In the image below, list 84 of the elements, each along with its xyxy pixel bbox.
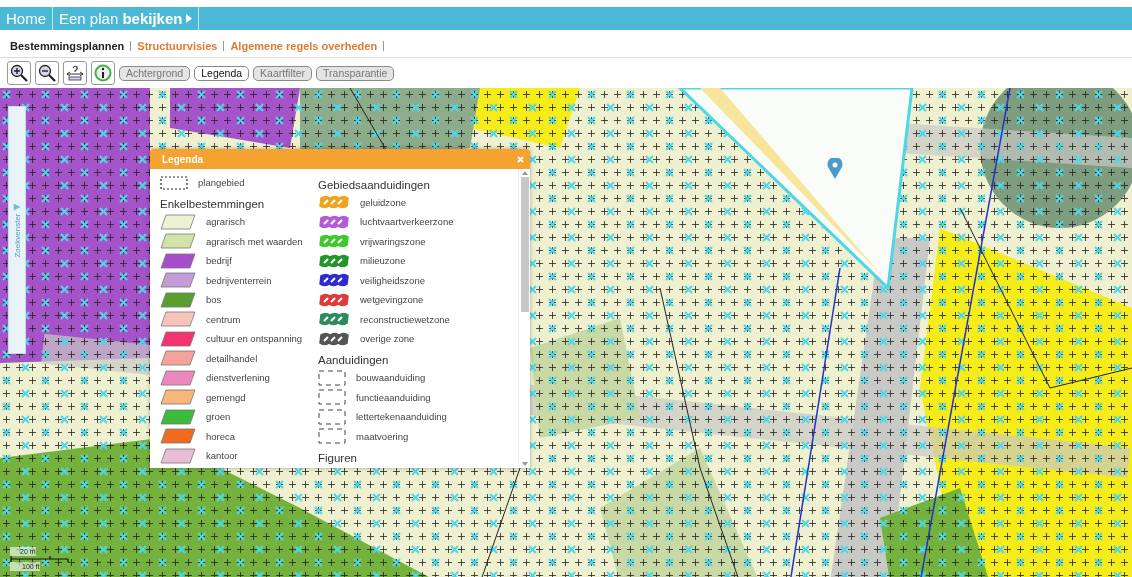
scale-bar-icon: [10, 556, 70, 562]
caret-icon: [13, 203, 21, 210]
legend-label: horeca: [206, 430, 236, 442]
area-swatch: [160, 447, 196, 464]
area-swatch: [160, 408, 196, 425]
legend-label: dienstverlening: [206, 372, 270, 384]
search-panel-tab[interactable]: Zoekvenster: [8, 106, 26, 354]
legend-label: functieaanduiding: [356, 391, 431, 403]
info-button[interactable]: [91, 61, 115, 85]
area-swatch: [160, 272, 196, 289]
zone-swatch: [318, 331, 350, 346]
zone-swatch: [318, 292, 350, 307]
map-option-button[interactable]: Legenda: [194, 65, 250, 81]
legend-label: plangebied: [198, 177, 245, 189]
legend-label: kantoor: [206, 450, 238, 462]
info-icon: [94, 64, 112, 82]
dotted-boundary-icon: [160, 175, 188, 190]
scroll-up-icon: [521, 171, 528, 175]
zoom-in-button[interactable]: [7, 61, 31, 85]
legend-label: bos: [206, 294, 222, 306]
area-swatch: [160, 213, 196, 230]
area-swatch: [160, 311, 196, 328]
legend-label: bouwaanduiding: [356, 372, 426, 384]
legend-label: reconstructiewetzone: [360, 313, 450, 325]
area-swatch: [160, 428, 196, 445]
dashed-frame-icon: [318, 428, 346, 445]
measure-icon: [66, 64, 84, 82]
legend-label: overige zone: [360, 333, 415, 345]
scrollbar[interactable]: [518, 169, 530, 468]
scrollbar-thumb[interactable]: [520, 177, 529, 312]
area-swatch: [160, 389, 196, 406]
legend-label: agrarisch: [206, 216, 246, 228]
legend-heading: Gebiedsaanduidingen: [318, 177, 431, 193]
legend-label: bedrijf: [206, 255, 232, 267]
legend-label: detailhandel: [206, 352, 258, 364]
dashed-frame-icon: [318, 408, 346, 425]
legend-label: gemengd: [206, 391, 246, 403]
map-option-button[interactable]: Achtergrond: [119, 65, 191, 81]
legend-title: Legenda: [162, 153, 204, 165]
area-swatch: [160, 350, 196, 367]
dashed-frame-icon: [318, 369, 346, 386]
area-swatch: [160, 291, 196, 308]
map-option-button[interactable]: Transparantie: [316, 65, 395, 81]
legend-label: luchtvaartverkeerzone: [360, 216, 454, 228]
legend-heading: Figuren: [318, 450, 358, 466]
plan-type-tab[interactable]: Algemene regels overheden: [230, 40, 378, 52]
scroll-down-icon: [521, 462, 528, 466]
zone-swatch: [318, 273, 350, 288]
zoom-out-icon: [38, 64, 56, 82]
search-panel-label: Zoekvenster: [12, 213, 22, 257]
zoom-out-button[interactable]: [35, 61, 59, 85]
legend-heading: Aanduidingen: [318, 353, 390, 368]
legend-label: agrarisch met waarden: [206, 235, 303, 247]
dashed-frame-icon: [318, 389, 346, 406]
breadcrumb-link[interactable]: Een plan bekijken: [53, 7, 200, 30]
zone-swatch: [318, 195, 350, 210]
area-swatch: [160, 233, 196, 250]
area-swatch: [160, 369, 196, 386]
identify-button[interactable]: [63, 61, 87, 85]
legend-label: geluidzone: [360, 196, 406, 208]
map-option-button[interactable]: Kaartfilter: [253, 65, 313, 81]
zoom-in-icon: [10, 64, 28, 82]
zone-swatch: [318, 234, 350, 249]
legend-label: cultuur en ontspanning: [206, 333, 303, 345]
legend-label: lettertekenaanduiding: [356, 411, 447, 423]
area-swatch: [160, 330, 196, 347]
legend-label: vrijwaringszone: [360, 235, 426, 247]
legend-label: bedrijventerrein: [206, 274, 272, 286]
plan-type-tab[interactable]: Bestemmingsplannen: [10, 40, 125, 52]
legend-label: groen: [206, 411, 231, 423]
zone-swatch: [318, 312, 350, 327]
legend-label: milieuzone: [360, 255, 406, 267]
zone-swatch: [318, 253, 350, 268]
map-pin-icon[interactable]: [827, 158, 843, 180]
legend-label: centrum: [206, 313, 241, 325]
zone-swatch: [318, 214, 350, 229]
breadcrumb-link[interactable]: Home: [0, 7, 53, 30]
caret-icon: [186, 14, 193, 23]
legend-label: maatvoering: [356, 430, 409, 442]
legend-label: wetgevingzone: [360, 294, 424, 306]
plan-type-tab[interactable]: Structuurvisies: [137, 40, 218, 52]
legend-heading: Enkelbestemmingen: [160, 197, 266, 212]
area-swatch: [160, 252, 196, 269]
legend-label: veiligheidszone: [360, 274, 425, 286]
